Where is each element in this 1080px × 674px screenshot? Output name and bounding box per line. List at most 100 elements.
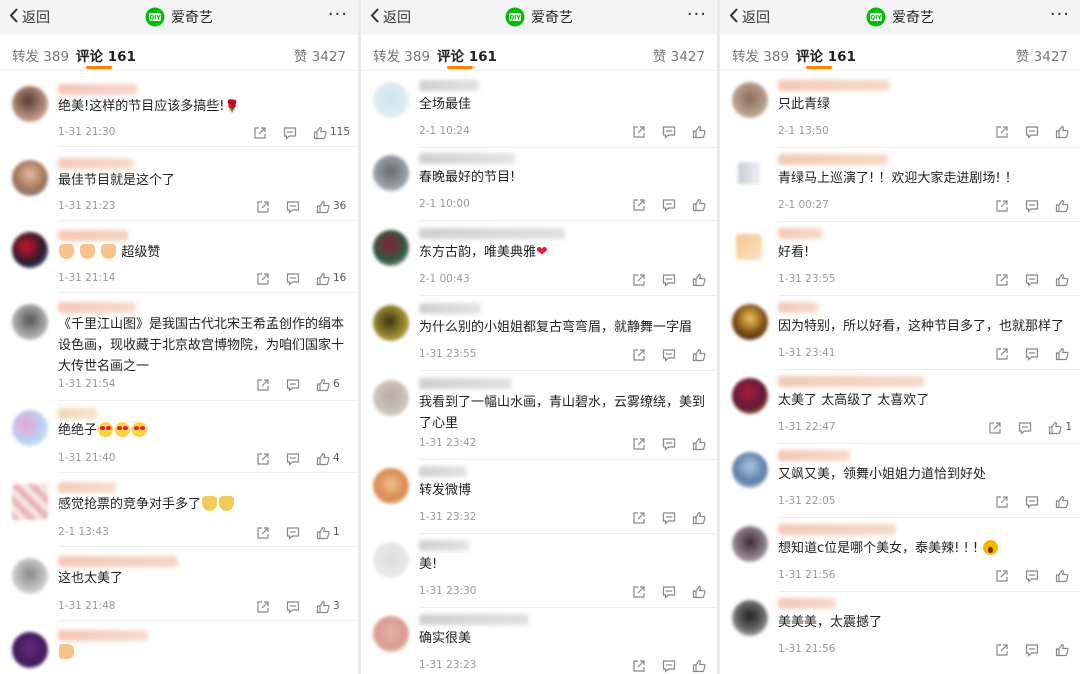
share-icon[interactable] xyxy=(995,272,1009,286)
comment-icon[interactable] xyxy=(286,599,300,614)
like-button[interactable] xyxy=(692,197,709,212)
username[interactable] xyxy=(58,230,128,241)
username[interactable] xyxy=(778,302,818,313)
share-icon[interactable] xyxy=(632,658,646,672)
comment-icon[interactable] xyxy=(286,451,300,466)
username[interactable] xyxy=(419,466,467,477)
share-icon[interactable] xyxy=(256,377,270,391)
like-button[interactable] xyxy=(692,658,709,673)
username[interactable] xyxy=(58,556,178,567)
more-button[interactable]: ··· xyxy=(328,6,348,24)
comment-icon[interactable] xyxy=(1025,346,1039,361)
like-button[interactable] xyxy=(692,272,709,287)
avatar[interactable] xyxy=(12,410,48,446)
comment-icon[interactable] xyxy=(286,377,300,392)
share-icon[interactable] xyxy=(995,124,1009,138)
avatar[interactable] xyxy=(373,155,409,191)
share-icon[interactable] xyxy=(632,510,646,524)
username[interactable] xyxy=(778,376,924,387)
username[interactable] xyxy=(778,228,822,239)
like-button[interactable]: 1 xyxy=(1048,420,1072,435)
username[interactable] xyxy=(58,630,148,641)
avatar[interactable] xyxy=(373,230,409,266)
avatar[interactable] xyxy=(373,82,409,118)
comment-icon[interactable] xyxy=(662,436,676,451)
avatar[interactable] xyxy=(732,600,768,636)
comment-icon[interactable] xyxy=(283,125,297,140)
share-icon[interactable] xyxy=(632,347,646,361)
username[interactable] xyxy=(419,614,529,625)
avatar[interactable] xyxy=(373,305,409,341)
comment-icon[interactable] xyxy=(662,584,676,599)
like-button[interactable] xyxy=(692,124,709,139)
like-button[interactable]: 16 xyxy=(316,271,350,286)
avatar[interactable] xyxy=(12,86,48,122)
more-button[interactable]: ··· xyxy=(1050,6,1070,24)
username[interactable] xyxy=(778,598,836,609)
comment-icon[interactable] xyxy=(1025,198,1039,213)
username[interactable] xyxy=(58,408,98,419)
like-button[interactable]: 115 xyxy=(313,125,350,140)
share-icon[interactable] xyxy=(632,124,646,138)
comment-icon[interactable] xyxy=(1025,124,1039,139)
like-button[interactable] xyxy=(1055,346,1072,361)
avatar[interactable] xyxy=(732,304,768,340)
comment-icon[interactable] xyxy=(1018,420,1032,435)
comment-icon[interactable] xyxy=(286,199,300,214)
avatar[interactable] xyxy=(12,558,48,594)
tab-like[interactable]: 赞 3427 xyxy=(653,45,705,65)
username[interactable] xyxy=(58,84,138,95)
username[interactable] xyxy=(58,302,136,313)
username[interactable] xyxy=(778,450,850,461)
avatar[interactable] xyxy=(373,542,409,578)
avatar[interactable] xyxy=(12,484,48,520)
avatar[interactable] xyxy=(373,616,409,652)
like-button[interactable] xyxy=(692,584,709,599)
like-button[interactable]: 36 xyxy=(316,199,350,214)
avatar[interactable] xyxy=(736,234,762,260)
like-button[interactable] xyxy=(692,510,709,525)
avatar[interactable] xyxy=(12,232,48,268)
comment-icon[interactable] xyxy=(286,525,300,540)
username[interactable] xyxy=(419,303,481,314)
comment-icon[interactable] xyxy=(286,271,300,286)
avatar[interactable] xyxy=(12,632,48,668)
share-icon[interactable] xyxy=(256,599,270,613)
comment-icon[interactable] xyxy=(662,197,676,212)
avatar[interactable] xyxy=(12,160,48,196)
comment-icon[interactable] xyxy=(662,510,676,525)
username[interactable] xyxy=(778,154,888,165)
avatar[interactable] xyxy=(373,468,409,504)
like-button[interactable] xyxy=(692,436,709,451)
tab-repost[interactable]: 转发 389 xyxy=(732,45,789,65)
like-button[interactable]: 6 xyxy=(316,377,350,392)
share-icon[interactable] xyxy=(256,525,270,539)
tab-like[interactable]: 赞 3427 xyxy=(1016,45,1068,65)
like-button[interactable]: 4 xyxy=(316,451,350,466)
comment-icon[interactable] xyxy=(662,347,676,362)
tab-comment[interactable]: 评论 161 xyxy=(437,45,497,65)
like-button[interactable]: 1 xyxy=(316,525,350,540)
share-icon[interactable] xyxy=(256,199,270,213)
share-icon[interactable] xyxy=(256,451,270,465)
share-icon[interactable] xyxy=(995,198,1009,212)
more-button[interactable]: ··· xyxy=(687,6,707,24)
username[interactable] xyxy=(58,482,116,493)
like-button[interactable]: 3 xyxy=(316,599,350,614)
share-icon[interactable] xyxy=(632,436,646,450)
like-button[interactable] xyxy=(1055,198,1072,213)
like-button[interactable] xyxy=(1055,124,1072,139)
share-icon[interactable] xyxy=(995,568,1009,582)
tab-like[interactable]: 赞 3427 xyxy=(294,45,346,65)
tab-comment[interactable]: 评论 161 xyxy=(76,45,136,65)
share-icon[interactable] xyxy=(632,197,646,211)
username[interactable] xyxy=(419,153,515,164)
share-icon[interactable] xyxy=(995,346,1009,360)
comment-icon[interactable] xyxy=(1025,494,1039,509)
username[interactable] xyxy=(419,378,511,389)
share-icon[interactable] xyxy=(632,584,646,598)
comment-icon[interactable] xyxy=(662,658,676,673)
avatar[interactable] xyxy=(373,380,409,416)
like-button[interactable] xyxy=(1055,568,1072,583)
avatar[interactable] xyxy=(732,82,768,118)
